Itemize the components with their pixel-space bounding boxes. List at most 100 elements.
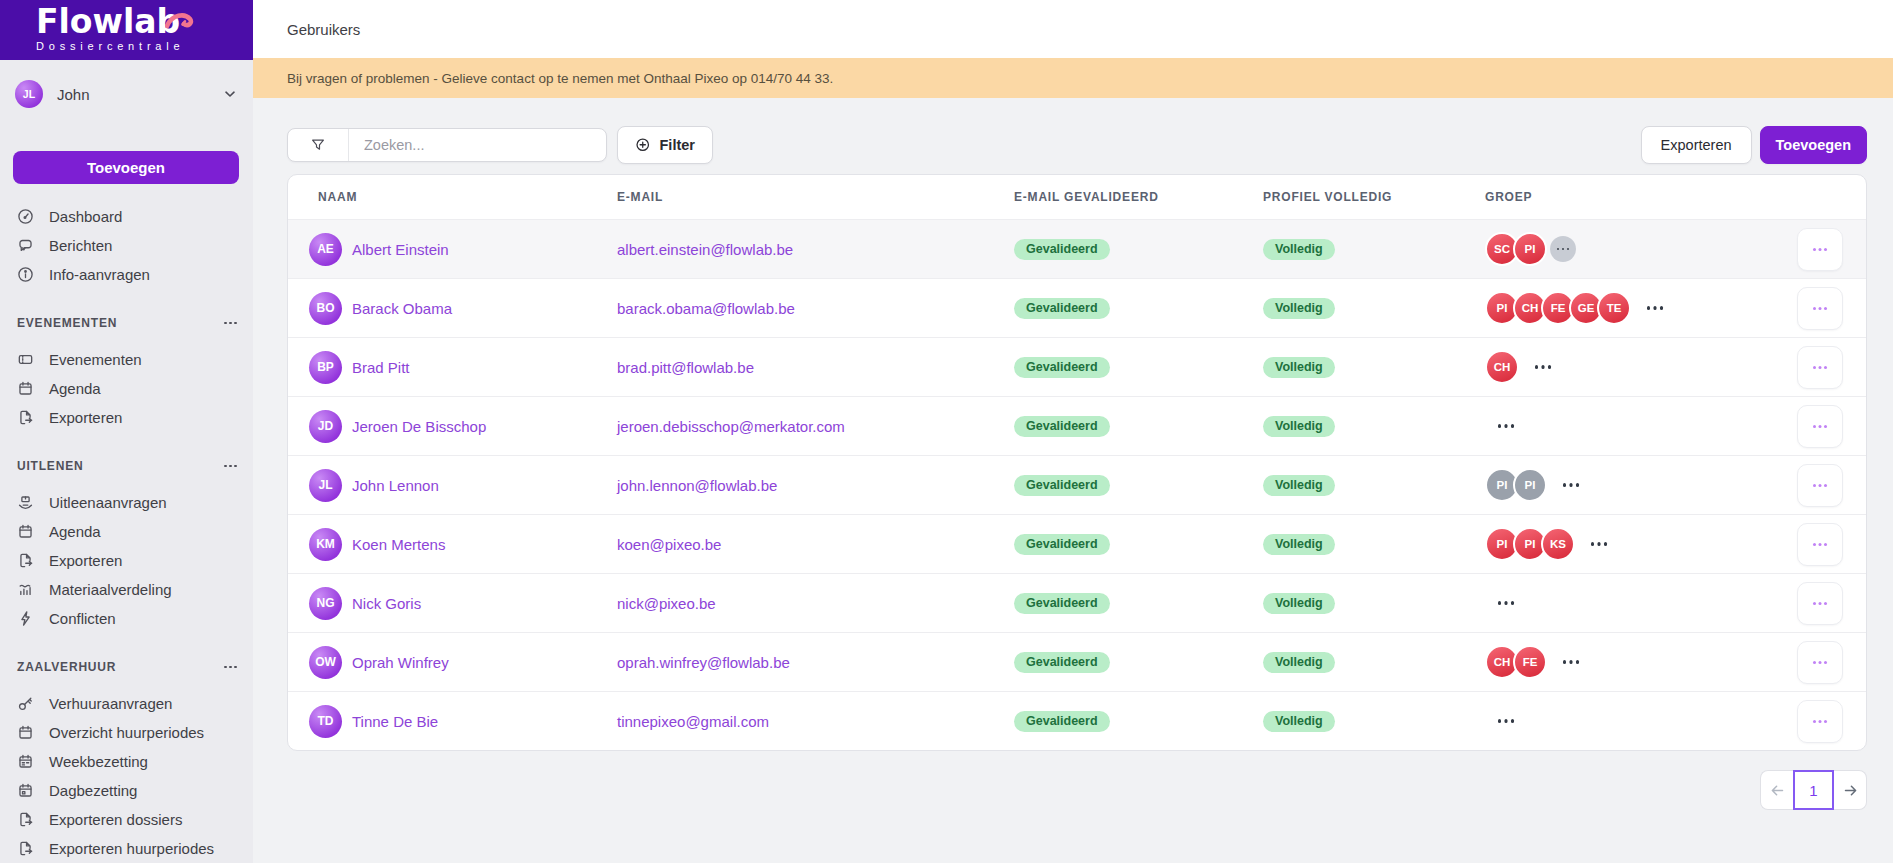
group-overflow-badge[interactable] xyxy=(1550,236,1576,262)
row-more-button[interactable] xyxy=(1797,228,1843,271)
group-list: CHFE xyxy=(1485,645,1788,679)
sidebar-item-label: Evenementen xyxy=(49,351,142,368)
group-badge[interactable]: CH xyxy=(1485,350,1519,384)
user-name-link[interactable]: John Lennon xyxy=(352,477,439,494)
group-badge[interactable]: FE xyxy=(1513,645,1547,679)
group-more-dots[interactable] xyxy=(1498,719,1514,722)
sidebar-item-agenda-evenementen[interactable]: Agenda xyxy=(0,374,253,403)
avatar: JD xyxy=(309,410,342,443)
row-more-button[interactable] xyxy=(1797,700,1843,743)
sidebar-item-uitleenaanvragen[interactable]: Uitleenaanvragen xyxy=(0,488,253,517)
sidebar-item-berichten[interactable]: Berichten xyxy=(0,231,253,260)
sidebar-item-dagbezetting[interactable]: Dagbezetting xyxy=(0,776,253,805)
group-badge[interactable]: PI xyxy=(1513,468,1547,502)
prev-page-button[interactable] xyxy=(1760,770,1793,810)
profile-badge: Volledig xyxy=(1263,534,1335,555)
profile-badge: Volledig xyxy=(1263,357,1335,378)
user-name-link[interactable]: Nick Goris xyxy=(352,595,421,612)
group-more-dots[interactable] xyxy=(1563,483,1579,486)
user-name-link[interactable]: Albert Einstein xyxy=(352,241,449,258)
sidebar: Flowlab Dossiercentrale JL John Toevoege… xyxy=(0,0,253,863)
user-email-link[interactable]: john.lennon@flowlab.be xyxy=(617,477,777,494)
user-email-link[interactable]: tinnepixeo@gmail.com xyxy=(617,713,769,730)
user-name-link[interactable]: Koen Mertens xyxy=(352,536,445,553)
validated-badge: Gevalideerd xyxy=(1014,416,1110,437)
user-email-link[interactable]: nick@pixeo.be xyxy=(617,595,716,612)
user-email-link[interactable]: barack.obama@flowlab.be xyxy=(617,300,795,317)
sidebar-item-label: Info-aanvragen xyxy=(49,266,150,283)
brand-swoosh-icon xyxy=(165,10,195,35)
user-email-link[interactable]: oprah.winfrey@flowlab.be xyxy=(617,654,790,671)
user-menu[interactable]: JL John xyxy=(15,74,238,114)
sidebar-item-overzicht-huurperiodes[interactable]: Overzicht huurperiodes xyxy=(0,718,253,747)
sidebar-item-evenementen[interactable]: Evenementen xyxy=(0,345,253,374)
row-more-button[interactable] xyxy=(1797,523,1843,566)
user-name-link[interactable]: Barack Obama xyxy=(352,300,452,317)
brand-logo: Flowlab Dossiercentrale xyxy=(0,0,253,60)
notice-banner: Bij vragen of problemen - Gelieve contac… xyxy=(253,58,1893,98)
sidebar-add-button[interactable]: Toevoegen xyxy=(13,151,239,184)
group-badge[interactable]: PI xyxy=(1513,232,1547,266)
row-more-button[interactable] xyxy=(1797,582,1843,625)
user-name-link[interactable]: Brad Pitt xyxy=(352,359,410,376)
group-more-dots[interactable] xyxy=(1498,424,1514,427)
user-name-link[interactable]: Oprah Winfrey xyxy=(352,654,449,671)
sidebar-item-exporteren-evenementen[interactable]: Exporteren xyxy=(0,403,253,432)
section-more-icon[interactable] xyxy=(224,322,237,325)
funnel-icon[interactable] xyxy=(288,129,349,161)
sidebar-item-exporteren-dossiers[interactable]: Exporteren dossiers xyxy=(0,805,253,834)
content: Filter Exporteren Toevoegen NAAM E-MAIL … xyxy=(253,98,1893,810)
sidebar-item-verhuuraanvragen[interactable]: Verhuuraanvragen xyxy=(0,689,253,718)
user-email-link[interactable]: koen@pixeo.be xyxy=(617,536,721,553)
row-more-button[interactable] xyxy=(1797,346,1843,389)
sidebar-item-weekbezetting[interactable]: Weekbezetting xyxy=(0,747,253,776)
chat-icon xyxy=(17,237,34,254)
avatar: KM xyxy=(309,528,342,561)
table-row: NG Nick Goris nick@pixeo.be Gevalideerd … xyxy=(288,573,1866,632)
group-more-dots[interactable] xyxy=(1563,660,1579,663)
group-more-dots[interactable] xyxy=(1647,306,1663,309)
col-profiel-volledig: PROFIEL VOLLEDIG xyxy=(1263,190,1485,204)
section-more-icon[interactable] xyxy=(224,465,237,468)
group-badge[interactable]: TE xyxy=(1597,291,1631,325)
user-email-link[interactable]: jeroen.debisschop@merkator.com xyxy=(617,418,845,435)
group-more-dots[interactable] xyxy=(1591,542,1607,545)
group-list: CH xyxy=(1485,350,1788,384)
user-name-link[interactable]: Jeroen De Bisschop xyxy=(352,418,486,435)
sidebar-item-dashboard[interactable]: Dashboard xyxy=(0,202,253,231)
sidebar-item-exporteren-huurperiodes[interactable]: Exporteren huurperiodes xyxy=(0,834,253,863)
sidebar-item-materiaalverdeling[interactable]: Materiaalverdeling xyxy=(0,575,253,604)
group-more-dots[interactable] xyxy=(1535,365,1551,368)
section-more-icon[interactable] xyxy=(224,666,237,669)
next-page-button[interactable] xyxy=(1834,770,1867,810)
user-email-link[interactable]: brad.pitt@flowlab.be xyxy=(617,359,754,376)
search-input[interactable] xyxy=(349,129,606,161)
validated-badge: Gevalideerd xyxy=(1014,593,1110,614)
sidebar-item-info-aanvragen[interactable]: Info-aanvragen xyxy=(0,260,253,289)
sidebar-item-exporteren-uitlenen[interactable]: Exporteren xyxy=(0,546,253,575)
export-icon xyxy=(17,552,34,569)
add-button[interactable]: Toevoegen xyxy=(1760,126,1867,164)
filter-label: Filter xyxy=(660,137,695,153)
row-more-button[interactable] xyxy=(1797,405,1843,448)
sidebar-section-header: UITLENEN xyxy=(0,452,253,480)
ticket-icon xyxy=(17,351,34,368)
row-more-button[interactable] xyxy=(1797,641,1843,684)
filter-button[interactable]: Filter xyxy=(617,126,713,164)
sidebar-item-label: Exporteren huurperiodes xyxy=(49,840,214,857)
group-badge[interactable]: KS xyxy=(1541,527,1575,561)
sidebar-item-agenda-uitlenen[interactable]: Agenda xyxy=(0,517,253,546)
group-more-dots[interactable] xyxy=(1498,601,1514,604)
user-name-link[interactable]: Tinne De Bie xyxy=(352,713,438,730)
table-row: BP Brad Pitt brad.pitt@flowlab.be Gevali… xyxy=(288,337,1866,396)
table-row: TD Tinne De Bie tinnepixeo@gmail.com Gev… xyxy=(288,691,1866,750)
current-page[interactable]: 1 xyxy=(1793,770,1834,810)
sidebar-item-label: Agenda xyxy=(49,380,101,397)
export-button[interactable]: Exporteren xyxy=(1641,126,1752,164)
row-more-button[interactable] xyxy=(1797,287,1843,330)
user-email-link[interactable]: albert.einstein@flowlab.be xyxy=(617,241,793,258)
app: Flowlab Dossiercentrale JL John Toevoege… xyxy=(0,0,1893,863)
sidebar-item-conflicten[interactable]: Conflicten xyxy=(0,604,253,633)
avatar: TD xyxy=(309,705,342,738)
row-more-button[interactable] xyxy=(1797,464,1843,507)
